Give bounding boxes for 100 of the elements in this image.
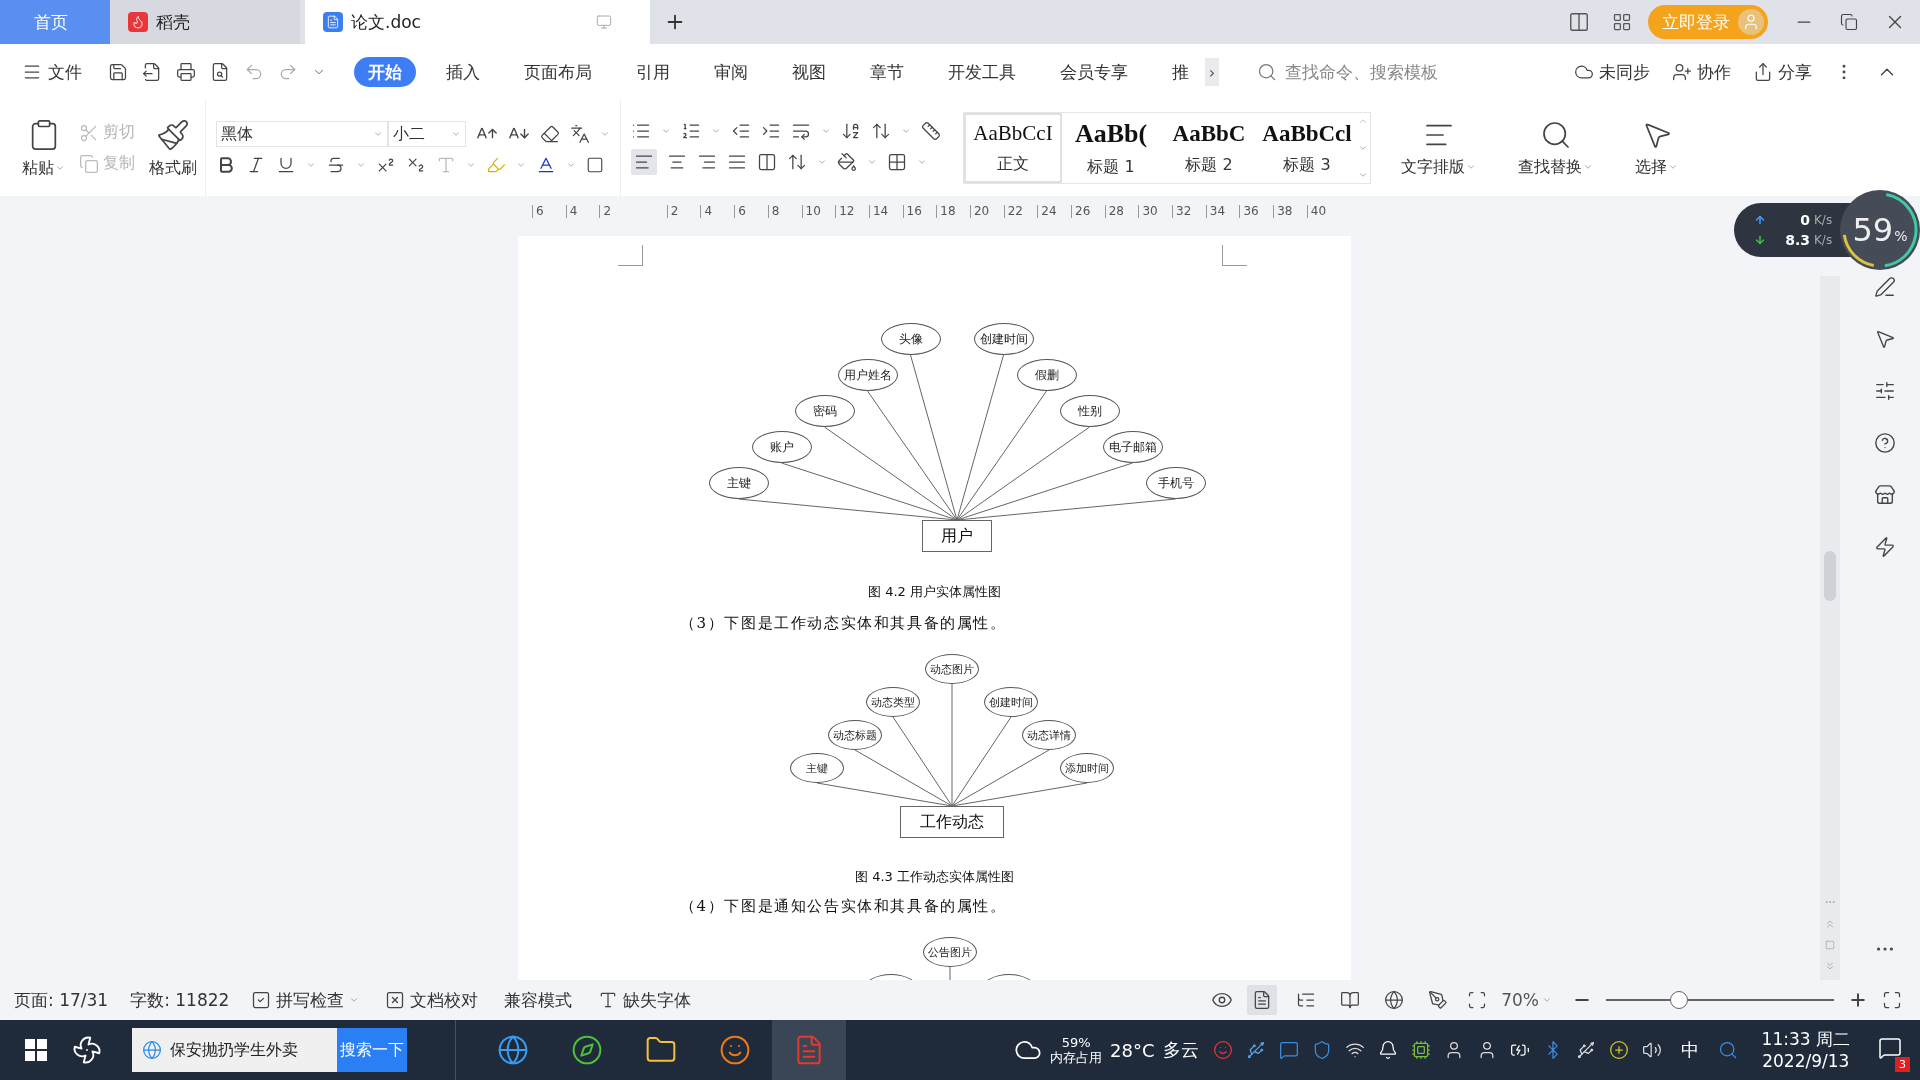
ribbon-tab[interactable]: 开始: [354, 57, 416, 87]
ribbon-tool-button[interactable]: 选择: [1627, 118, 1686, 178]
attribute-ellipse: 手机号: [1145, 467, 1206, 499]
attribute-ellipse: 添加时间: [1060, 753, 1114, 783]
input-method[interactable]: 中: [1680, 1038, 1699, 1062]
entity-box: 工作动态: [900, 806, 1004, 838]
ruler-number: 4: [565, 204, 600, 218]
command-search-field[interactable]: 查找命令、搜索模板: [1283, 61, 1547, 83]
search-input[interactable]: 保安抛扔学生外卖: [168, 1039, 332, 1061]
ruler-number: 16: [902, 204, 937, 218]
header-action-button[interactable]: 分享: [1753, 60, 1812, 84]
web-search-field[interactable]: 保安抛扔学生外卖: [132, 1028, 337, 1072]
ruler-number: 2: [599, 204, 634, 218]
ruler-number: 6: [734, 204, 768, 218]
ribbon-tab[interactable]: 引用: [622, 57, 684, 87]
ruler-number: 34: [1205, 204, 1240, 218]
attribute-ellipse: 动态详情: [1022, 720, 1076, 750]
ruler-number: 22: [1003, 204, 1038, 218]
compat-mode-button[interactable]: 兼容模式: [504, 988, 573, 1012]
document-tab[interactable]: 稻壳: [110, 0, 300, 44]
proofread-button[interactable]: 文档校对: [385, 988, 479, 1012]
spell-check-button[interactable]: 拼写检查: [251, 988, 360, 1012]
attribute-ellipse: 动态类型: [866, 687, 920, 717]
body-paragraph: （4）下图是通知公告实体和其具备的属性。: [680, 896, 1007, 916]
download-speed: 8.3: [1784, 232, 1810, 248]
attribute-ellipse: 动态图片: [925, 654, 979, 684]
style-preview: AaBbCcl: [1262, 120, 1352, 147]
ribbon-tab[interactable]: 插入: [432, 57, 494, 87]
document-tab[interactable]: 论文.doc: [305, 0, 650, 44]
ruler-number: 8: [767, 204, 802, 218]
figure-caption: 图 4.3 工作动态实体属性图: [855, 868, 1014, 886]
ruler-number: 14: [868, 204, 903, 218]
entity-box: 用户: [922, 520, 992, 552]
web-search-button[interactable]: 搜索一下: [337, 1028, 407, 1072]
notification-badge: 3: [1895, 1057, 1910, 1072]
style-option[interactable]: AaBbCcI 正文: [964, 113, 1062, 183]
clock-time: 11:33 周二: [1761, 1028, 1850, 1050]
ruler-number: 12: [835, 204, 869, 218]
ruler-number: 26: [1071, 204, 1105, 218]
attribute-ellipse: 主键: [790, 753, 844, 783]
clock-date: 2022/9/13: [1762, 1050, 1850, 1072]
style-name: 标题 1: [1087, 156, 1135, 178]
ribbon-tab[interactable]: 会员专享: [1046, 57, 1142, 87]
ruler-number: 36: [1239, 204, 1274, 218]
attribute-ellipse: 电子邮箱: [1102, 431, 1163, 463]
ruler-number: 32: [1172, 204, 1206, 218]
memory-usage: 59%: [1061, 1035, 1091, 1050]
ruler-number: 18: [936, 204, 970, 218]
ribbon-tab[interactable]: 推: [1158, 57, 1203, 87]
attribute-ellipse: 账户: [751, 431, 812, 463]
style-name: 标题 3: [1283, 154, 1331, 176]
memory-label: 内存占用: [1050, 1050, 1103, 1065]
missing-font-button[interactable]: 缺失字体: [598, 988, 692, 1012]
ruler-number: 10: [801, 204, 836, 218]
ribbon-tab[interactable]: 视图: [778, 57, 840, 87]
ribbon-tab[interactable]: 审阅: [700, 57, 762, 87]
percent-sign: %: [1894, 228, 1908, 244]
ribbon-tool-button[interactable]: 文字排版: [1393, 118, 1484, 178]
speed-unit: K/s: [1814, 233, 1833, 247]
attribute-ellipse: 创建时间: [973, 323, 1034, 355]
ruler-number: 24: [1037, 204, 1071, 218]
attribute-ellipse: 用户姓名: [837, 359, 898, 391]
weather-condition: 多云: [1162, 1038, 1199, 1062]
word-count: 字数: 11822: [130, 988, 230, 1012]
file-menu-button[interactable]: 文件: [22, 60, 82, 84]
header-action-button[interactable]: 未同步: [1574, 60, 1650, 84]
ruler-number: 40: [1306, 204, 1341, 218]
font-size-select[interactable]: 小二: [388, 121, 466, 147]
style-preview: AaBbC: [1172, 120, 1246, 147]
ribbon-tab[interactable]: 页面布局: [510, 57, 606, 87]
page-count: 页面: 17/31: [14, 988, 109, 1012]
format-painter-button[interactable]: 格式刷: [141, 100, 205, 196]
zoom-level-button[interactable]: 70%: [1501, 990, 1552, 1010]
style-preview: AaBbCcI: [973, 121, 1053, 146]
ruler-number: 4: [700, 204, 735, 218]
ribbon-tab[interactable]: 章节: [856, 57, 918, 87]
ruler-number: 30: [1138, 204, 1173, 218]
attribute-ellipse: 假删: [1016, 359, 1077, 391]
ruler-number: 38: [1273, 204, 1307, 218]
ribbon-tab[interactable]: 开发工具: [934, 57, 1030, 87]
header-action-button[interactable]: 协作: [1672, 60, 1731, 84]
ruler-number: 6: [532, 204, 566, 218]
ruler-number: 20: [969, 204, 1004, 218]
ruler-number: 2: [666, 204, 701, 218]
font-select[interactable]: 黑体: [216, 121, 388, 147]
attribute-ellipse: 主键: [708, 467, 769, 499]
ribbon-tool-button[interactable]: 查找替换: [1510, 118, 1601, 178]
style-preview: AaBb(: [1074, 118, 1148, 149]
paste-button[interactable]: 粘贴: [14, 100, 73, 196]
figure-caption: 图 4.2 用户实体属性图: [868, 583, 1001, 601]
body-paragraph: （3）下图是工作动态实体和其具备的属性。: [680, 613, 1007, 633]
attribute-ellipse: 头像: [880, 323, 941, 355]
attribute-ellipse: 创建时间: [984, 687, 1038, 717]
attribute-ellipse: 动态标题: [828, 720, 882, 750]
style-name: 正文: [997, 154, 1029, 175]
more-tabs-button[interactable]: ›: [1205, 58, 1219, 86]
ruler-number: 28: [1104, 204, 1139, 218]
attribute-ellipse: 性别: [1059, 395, 1120, 427]
temperature: 28°C: [1110, 1039, 1155, 1061]
attribute-ellipse: 密码: [794, 395, 855, 427]
